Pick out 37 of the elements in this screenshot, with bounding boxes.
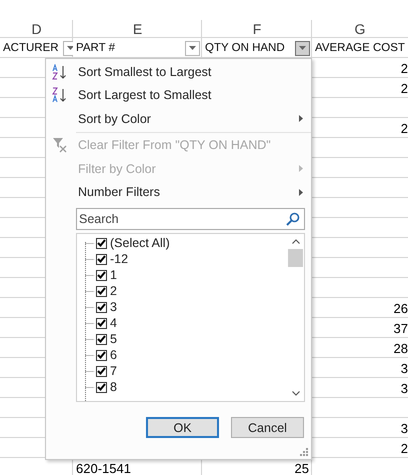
menu-item[interactable]: Sort by Color	[46, 107, 311, 130]
column-header: PART #	[76, 42, 116, 54]
filter-value: 4	[110, 316, 117, 330]
table-cell: 620-1541	[76, 460, 131, 475]
filter-value: 2	[110, 284, 117, 298]
table-cell: 3	[400, 420, 408, 436]
table-cell: 26	[394, 300, 408, 316]
column-header: ACTURER	[3, 42, 59, 54]
column-letter: E	[132, 21, 142, 37]
menu-item[interactable]: Sort Largest to Smallest	[46, 84, 311, 107]
column-header: AVERAGE COST	[315, 42, 406, 54]
table-cell: 3	[400, 360, 408, 376]
filter-value: 5	[110, 332, 117, 346]
cancel-button[interactable]: Cancel	[231, 417, 304, 438]
filter-value: (Select All)	[110, 236, 170, 250]
column-letter: D	[31, 21, 42, 37]
column-letter: F	[252, 21, 262, 37]
filter-value: 6	[110, 348, 117, 362]
table-cell: 2	[400, 440, 408, 456]
search-field[interactable]: Search	[76, 208, 305, 230]
table-cell: 2	[400, 120, 408, 136]
filter-value: 1	[110, 268, 117, 282]
table-cell: 3	[400, 380, 408, 396]
filter-value: 7	[110, 364, 117, 378]
table-cell: 2	[400, 60, 408, 76]
table-cell: 25	[294, 460, 309, 475]
table-cell: 28	[394, 340, 408, 356]
table-cell: 37	[394, 320, 408, 336]
column-letter: G	[354, 21, 366, 37]
table-cell: 2	[400, 80, 408, 96]
ok-button[interactable]: OK	[146, 417, 219, 438]
menu-item[interactable]: Sort Smallest to Largest	[46, 60, 311, 84]
column-header: QTY ON HAND	[205, 42, 286, 54]
filter-value: 8	[110, 380, 117, 394]
filter-value: 3	[110, 300, 117, 314]
filter-value: -12	[110, 252, 128, 266]
menu-item[interactable]: Number Filters	[46, 180, 311, 204]
